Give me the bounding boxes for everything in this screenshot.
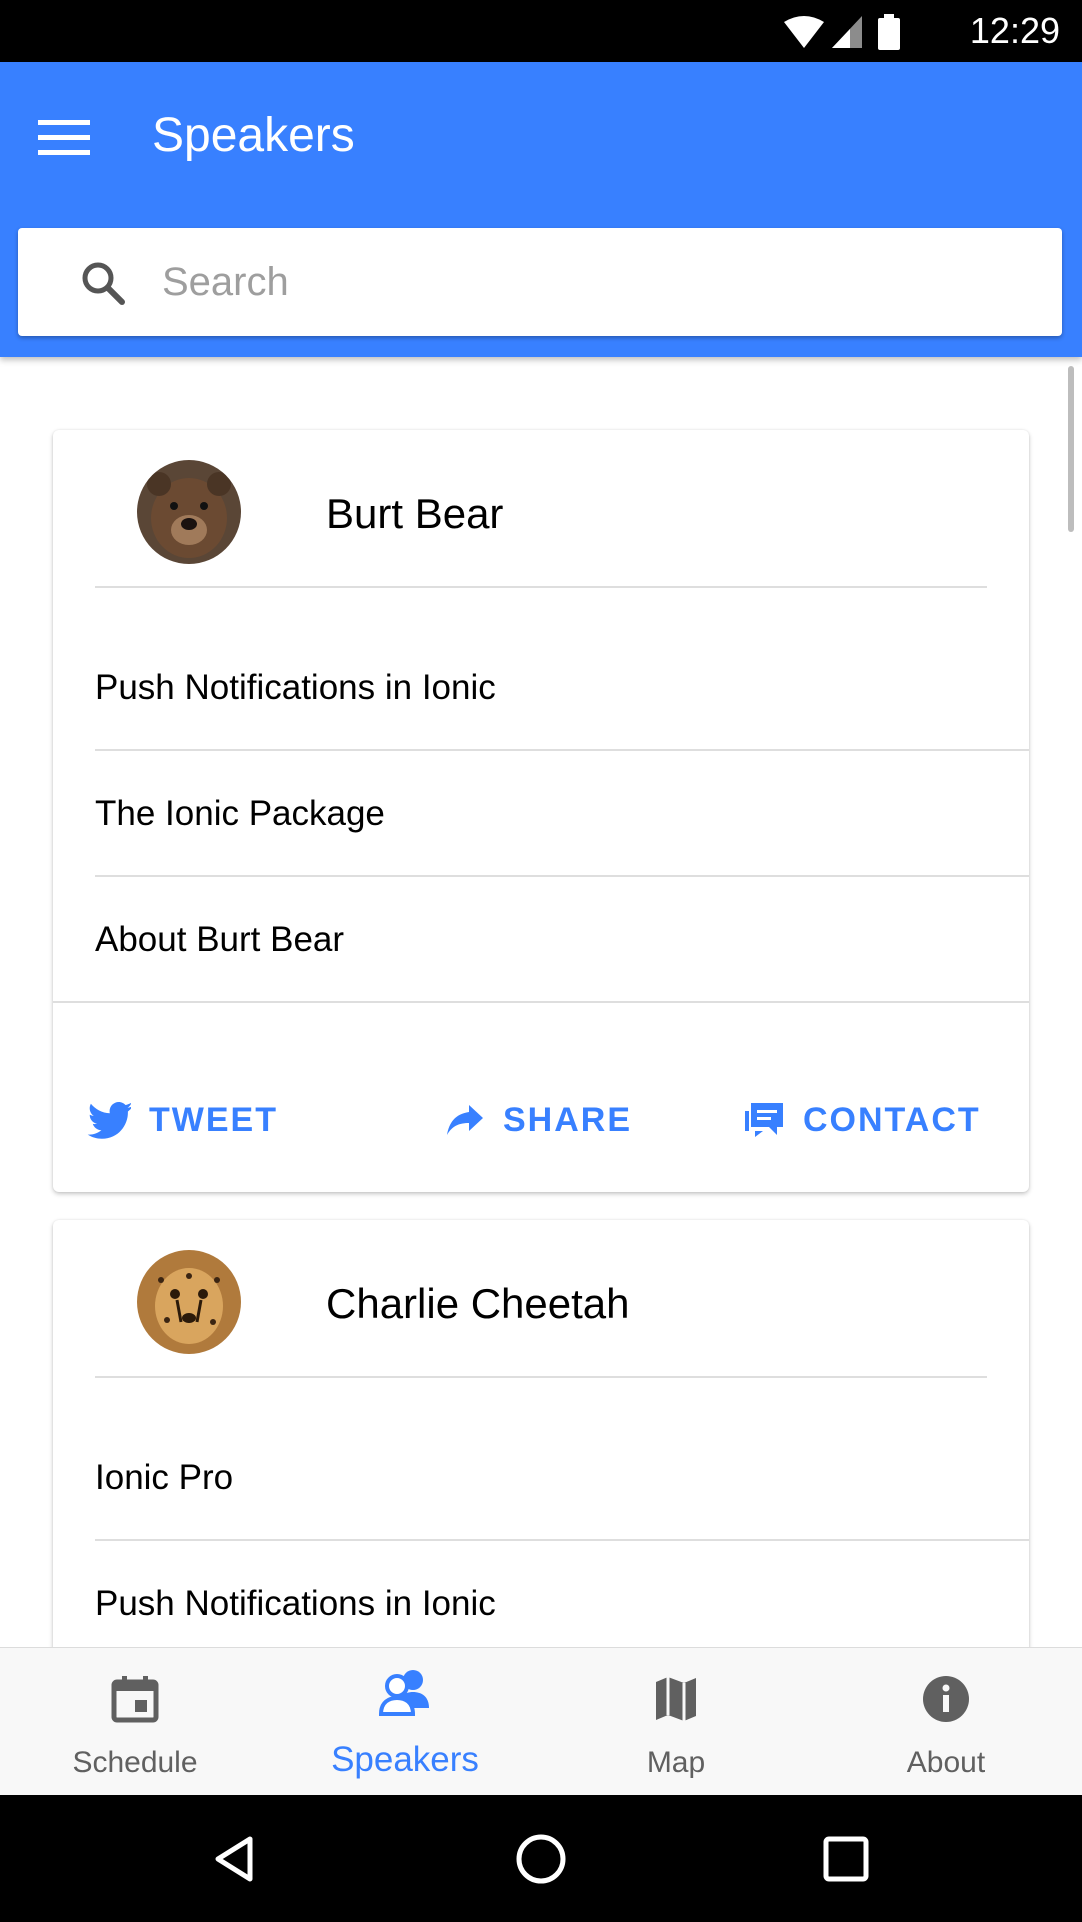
speaker-name: Charlie Cheetah: [326, 1280, 630, 1327]
tab-bar: Schedule Speakers Map About: [0, 1647, 1082, 1797]
searchbar[interactable]: [18, 228, 1062, 336]
tab-label: About: [906, 1746, 986, 1779]
tweet-label: TWEET: [149, 1100, 278, 1139]
status-time: 12:29: [969, 10, 1060, 51]
speaker-card: Burt Bear Push Notifications in Ionic Th…: [53, 430, 1029, 1192]
chat-icon: [745, 1103, 783, 1137]
tab-schedule[interactable]: Schedule: [0, 1648, 270, 1796]
share-button[interactable]: SHARE: [445, 1070, 632, 1170]
tweet-button[interactable]: TWEET: [87, 1070, 278, 1170]
session-item[interactable]: Push Notifications in Ionic: [53, 1541, 1029, 1647]
divider: [53, 1001, 1029, 1003]
session-label: Ionic Pro: [95, 1458, 234, 1497]
tab-speakers[interactable]: Speakers: [270, 1648, 540, 1796]
share-label: SHARE: [503, 1100, 633, 1139]
speaker-card: Charlie Cheetah Ionic Pro Push Notificat…: [53, 1220, 1029, 1647]
page-title: Speakers: [152, 109, 355, 162]
tab-label: Schedule: [72, 1746, 198, 1779]
tab-label: Speakers: [331, 1740, 479, 1779]
map-icon: [656, 1677, 696, 1721]
status-icons: [784, 14, 900, 50]
status-bar: 12:29: [0, 0, 1082, 62]
speaker-name: Burt Bear: [326, 490, 504, 537]
session-label: The Ionic Package: [95, 794, 385, 833]
home-icon[interactable]: [511, 1829, 571, 1889]
tab-map[interactable]: Map: [541, 1648, 811, 1796]
session-item[interactable]: The Ionic Package: [53, 751, 1029, 877]
divider: [95, 586, 987, 588]
share-icon: [447, 1105, 483, 1135]
calendar-icon: [111, 1676, 159, 1723]
divider: [95, 1376, 987, 1378]
recents-icon[interactable]: [816, 1829, 876, 1889]
system-nav-bar: [0, 1795, 1082, 1922]
session-item[interactable]: Ionic Pro: [53, 1415, 1029, 1541]
avatar: [137, 460, 241, 564]
tab-label: Map: [646, 1746, 706, 1779]
session-item[interactable]: Push Notifications in Ionic: [53, 625, 1029, 751]
card-actions: TWEET SHARE CONTACT: [53, 1070, 1029, 1170]
avatar: [137, 1250, 241, 1354]
battery-icon: [878, 14, 900, 50]
speaker-header[interactable]: Charlie Cheetah: [53, 1220, 1029, 1378]
session-label: Push Notifications in Ionic: [95, 668, 496, 707]
session-label: Push Notifications in Ionic: [95, 1584, 496, 1623]
header-toolbar: Speakers: [0, 62, 1082, 357]
contact-label: CONTACT: [803, 1100, 981, 1139]
wifi-icon: [784, 16, 824, 48]
twitter-icon: [87, 1102, 131, 1139]
tab-about[interactable]: About: [811, 1648, 1081, 1796]
people-icon: [379, 1670, 429, 1716]
info-icon: [923, 1676, 969, 1722]
search-icon: [82, 262, 125, 305]
about-speaker-label: About Burt Bear: [95, 920, 345, 959]
speaker-header[interactable]: Burt Bear: [53, 430, 1029, 588]
back-icon[interactable]: [206, 1829, 266, 1889]
speaker-list: Burt Bear Push Notifications in Ionic Th…: [0, 357, 1082, 1647]
search-input[interactable]: [162, 228, 1042, 336]
signal-icon: [832, 16, 862, 48]
bear-avatar-image: [137, 460, 241, 564]
menu-icon[interactable]: [38, 118, 90, 158]
cheetah-avatar-image: [137, 1250, 241, 1354]
contact-button[interactable]: CONTACT: [743, 1070, 981, 1170]
about-speaker-item[interactable]: About Burt Bear: [53, 877, 1029, 1003]
